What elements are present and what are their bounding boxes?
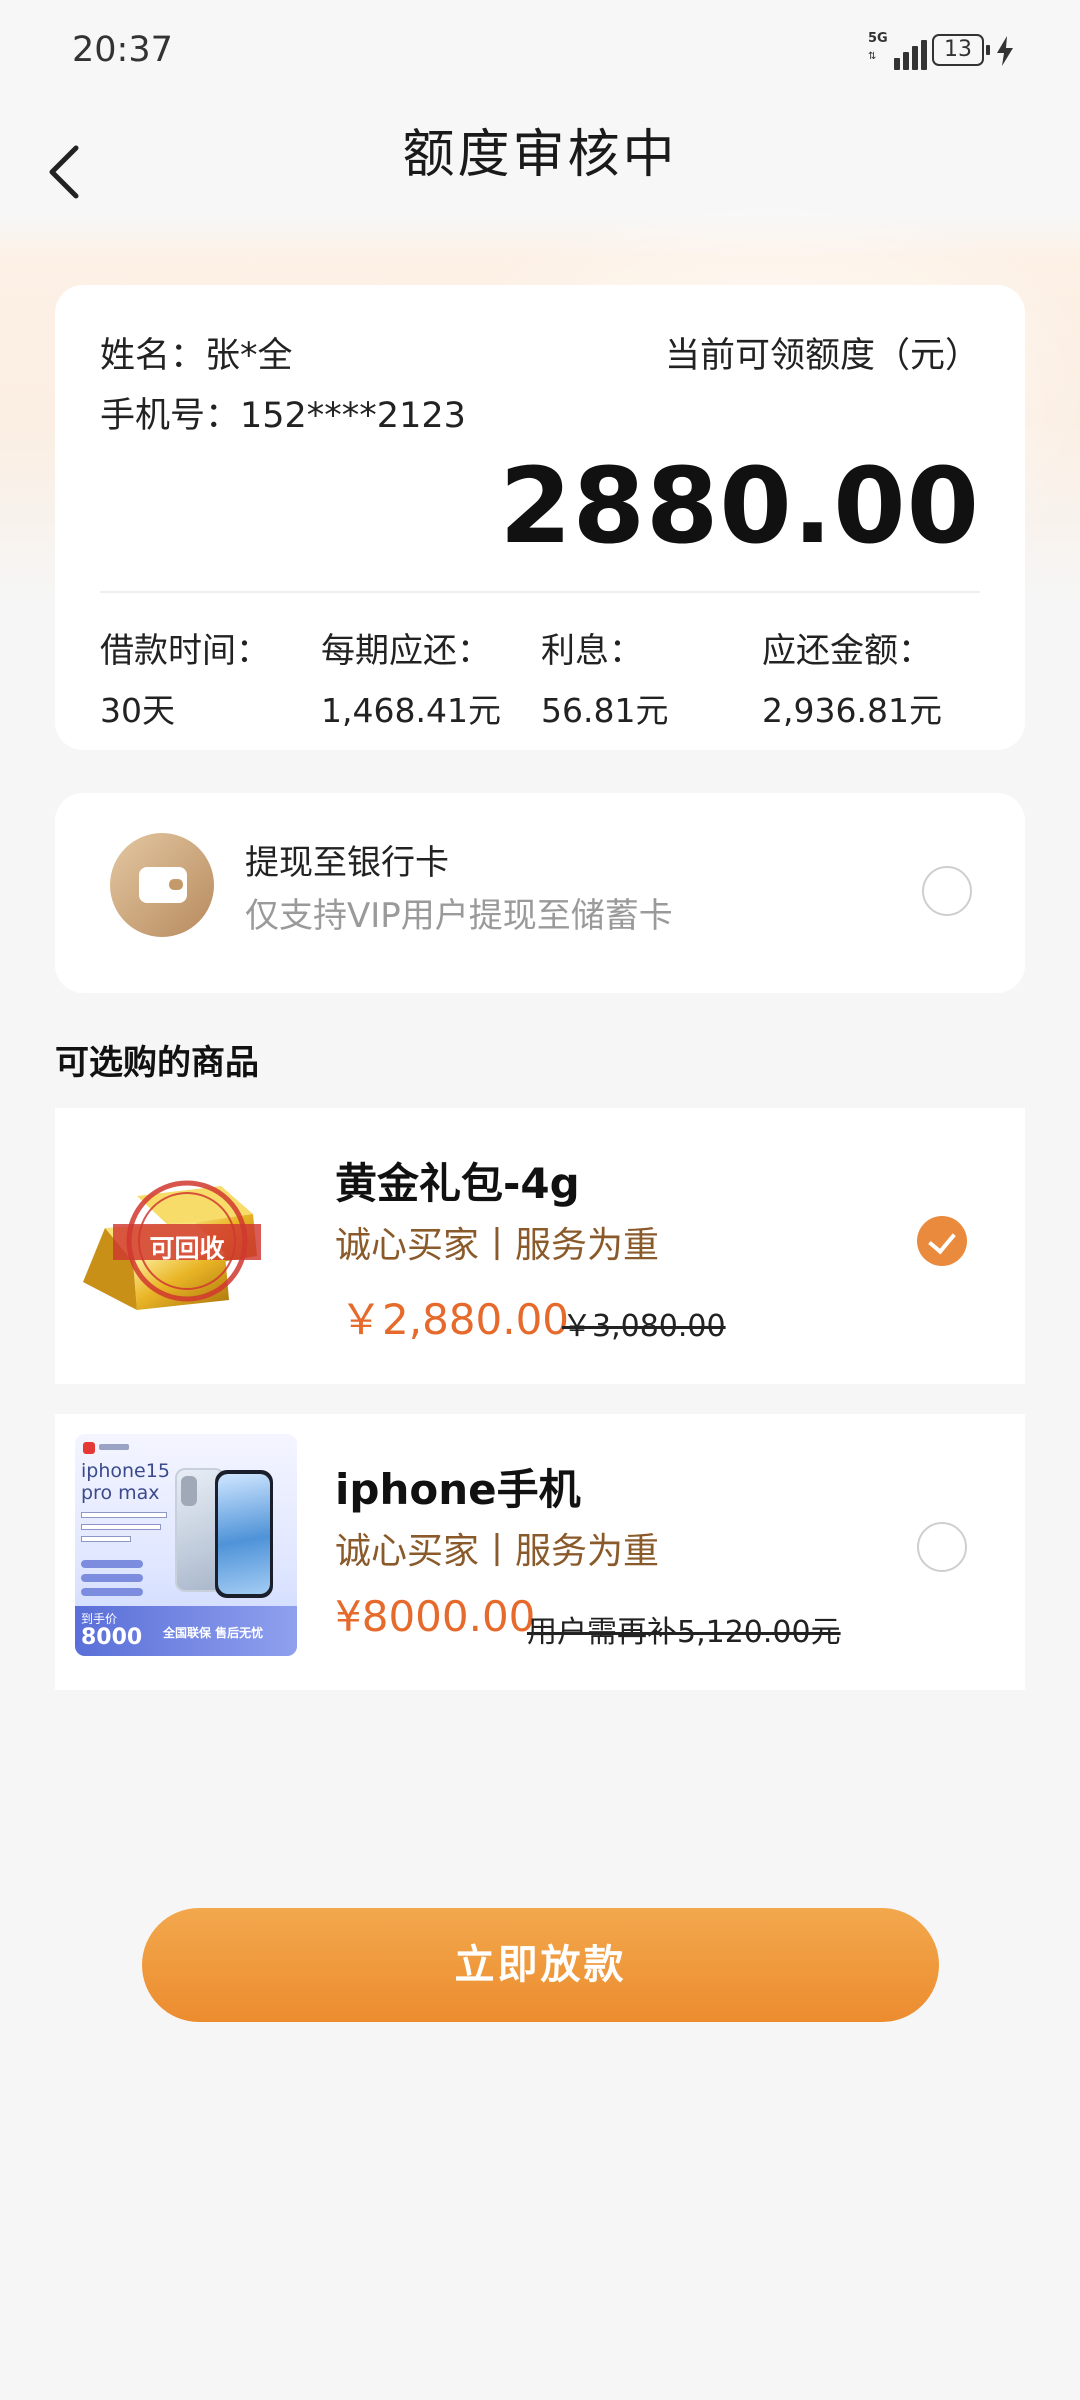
wallet-icon	[110, 833, 214, 937]
product-name: 黄金礼包-4g	[335, 1159, 580, 1208]
quota-amount: 2880.00	[499, 445, 980, 567]
borrower-name: 姓名：张*全	[100, 336, 293, 376]
stat-interest: 利息： 56.81元	[541, 631, 669, 730]
status-bar: 20:37 5G ⇅ 13	[0, 0, 1080, 100]
stat-total-repay: 应还金额： 2,936.81元	[762, 631, 942, 730]
recyclable-stamp: 可回收	[149, 1234, 225, 1263]
product-radio[interactable]	[917, 1522, 967, 1572]
disburse-now-button[interactable]: 立即放款	[142, 1908, 939, 2022]
status-time: 20:37	[72, 30, 173, 70]
products-section-title: 可选购的商品	[55, 1043, 259, 1083]
stat-loan-term: 借款时间： 30天	[100, 631, 270, 730]
product-radio-selected[interactable]	[917, 1216, 967, 1266]
page-title: 额度审核中	[402, 125, 678, 185]
withdraw-subtitle: 仅支持VIP用户提现至储蓄卡	[245, 896, 673, 936]
product-slogan: 诚心买家丨服务为重	[335, 1225, 660, 1266]
nav-header: 额度审核中	[0, 100, 1080, 220]
stat-installment: 每期应还： 1,468.41元	[321, 631, 501, 730]
product-item-iphone[interactable]: iphone15 pro max 到手价 8000 全国联保 售后无忧 ipho…	[55, 1414, 1025, 1690]
charging-icon	[997, 36, 1013, 66]
withdraw-option[interactable]: 提现至银行卡 仅支持VIP用户提现至储蓄卡	[55, 793, 1025, 993]
quota-title: 当前可领额度（元）	[664, 336, 980, 376]
product-slogan: 诚心买家丨服务为重	[335, 1531, 660, 1572]
borrower-phone: 手机号：152****2123	[100, 396, 466, 436]
product-item-gold[interactable]: 可回收 黄金礼包-4g 诚心买家丨服务为重 ￥2,880.00 ￥3,080.0…	[55, 1108, 1025, 1384]
battery-icon: 13	[932, 34, 990, 66]
divider	[100, 591, 980, 593]
withdraw-title: 提现至银行卡	[245, 843, 449, 883]
iphone-image: iphone15 pro max 到手价 8000 全国联保 售后无忧	[75, 1434, 297, 1656]
withdraw-radio[interactable]	[922, 866, 972, 916]
quota-card: 姓名：张*全 手机号：152****2123 当前可领额度（元） 2880.00…	[55, 285, 1025, 750]
gold-bar-image: 可回收	[75, 1128, 297, 1350]
product-old-price: ￥3,080.00	[562, 1309, 726, 1344]
product-old-price: 用户需再补5,120.00元	[527, 1615, 841, 1650]
product-price: ￥2,880.00	[340, 1295, 570, 1344]
product-price: ¥8000.00	[335, 1592, 536, 1641]
product-name: iphone手机	[335, 1465, 581, 1514]
